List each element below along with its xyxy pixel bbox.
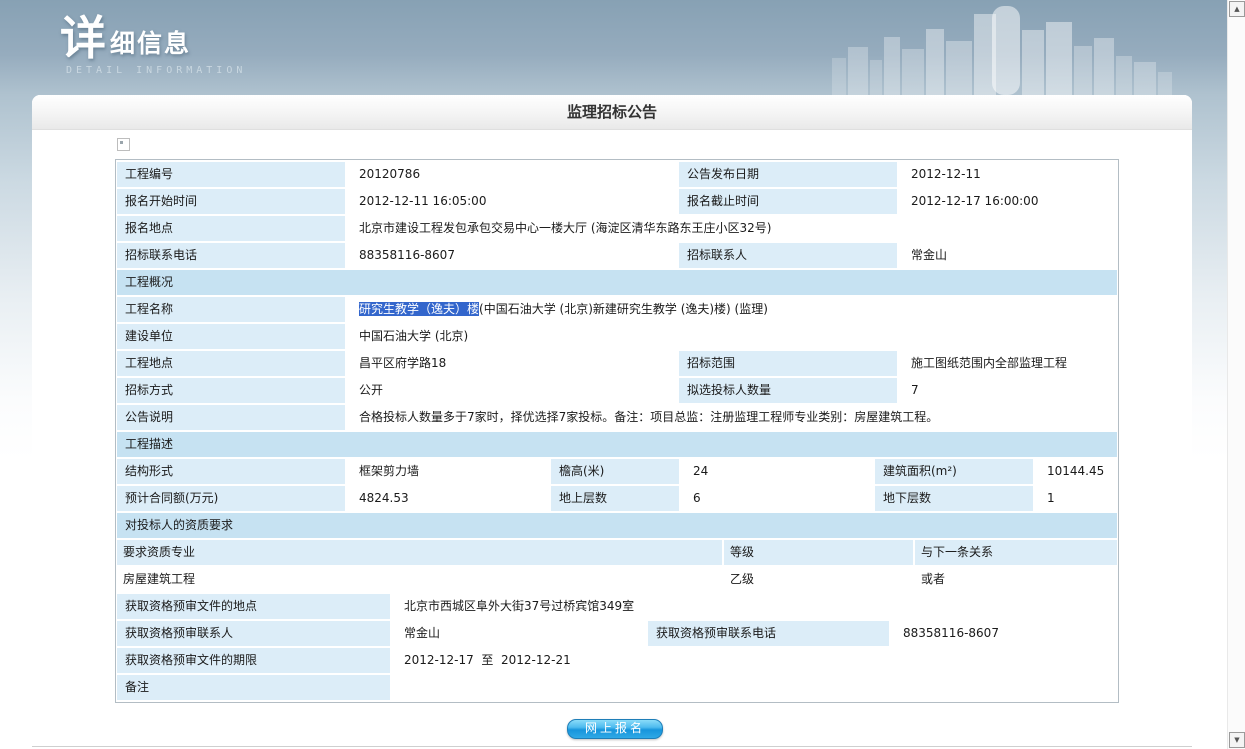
section-row: 工程描述 xyxy=(117,432,1117,457)
field-value: 房屋建筑工程 xyxy=(117,567,722,592)
section-header: 工程概况 xyxy=(117,270,1117,295)
field-label: 报名截止时间 xyxy=(679,189,897,214)
site-logo: 详 细信息 DETAIL INFORMATION xyxy=(60,14,246,76)
page-header: 详 细信息 DETAIL INFORMATION xyxy=(0,0,1227,95)
field-label: 招标方式 xyxy=(117,378,345,403)
field-label: 工程地点 xyxy=(117,351,345,376)
detail-table: 工程编号20120786公告发布日期2012-12-11报名开始时间2012-1… xyxy=(115,159,1119,703)
field-label: 招标联系电话 xyxy=(117,243,345,268)
scroll-up-icon[interactable]: ▲ xyxy=(1229,1,1245,17)
field-label: 工程编号 xyxy=(117,162,345,187)
table-row: 工程地点昌平区府学路18招标范围施工图纸范围内全部监理工程 xyxy=(117,351,1117,376)
logo-main-char: 详 xyxy=(60,14,106,62)
field-value: 施工图纸范围内全部监理工程 xyxy=(899,351,1117,376)
field-value: 2012-12-17 16:00:00 xyxy=(899,189,1117,214)
vertical-scrollbar[interactable]: ▲ ▼ xyxy=(1227,0,1245,749)
field-value: 2012-12-11 xyxy=(899,162,1117,187)
field-label: 建筑面积(m²) xyxy=(875,459,1033,484)
field-value: 乙级 xyxy=(724,567,913,592)
scroll-down-icon[interactable]: ▼ xyxy=(1229,732,1245,748)
section-row: 工程概况 xyxy=(117,270,1117,295)
field-label: 建设单位 xyxy=(117,324,345,349)
field-label: 获取资格预审联系电话 xyxy=(648,621,889,646)
field-label: 预计合同额(万元) xyxy=(117,486,345,511)
field-label: 结构形式 xyxy=(117,459,345,484)
section-row: 对投标人的资质要求 xyxy=(117,513,1117,538)
field-label: 工程名称 xyxy=(117,297,345,322)
field-value: 常金山 xyxy=(899,243,1117,268)
table-row: 招标联系电话88358116-8607招标联系人常金山 xyxy=(117,243,1117,268)
field-label: 公告说明 xyxy=(117,405,345,430)
field-label: 报名开始时间 xyxy=(117,189,345,214)
table-row: 报名开始时间2012-12-11 16:05:00报名截止时间2012-12-1… xyxy=(117,189,1117,214)
field-value: 框架剪力墙 xyxy=(347,459,549,484)
table-row: 预计合同额(万元)4824.53地上层数6地下层数1 xyxy=(117,486,1117,511)
placeholder-dot xyxy=(120,141,123,144)
selected-text: 研究生教学（逸夫）楼 xyxy=(359,302,479,316)
section-header: 工程描述 xyxy=(117,432,1117,457)
field-value: 2012-12-11 16:05:00 xyxy=(347,189,677,214)
field-label: 备注 xyxy=(117,675,390,700)
field-label: 公告发布日期 xyxy=(679,162,897,187)
field-value xyxy=(392,675,1117,700)
field-label: 招标范围 xyxy=(679,351,897,376)
field-value: 合格投标人数量多于7家时，择优选择7家投标。备注：项目总监：注册监理工程师专业类… xyxy=(347,405,1117,430)
field-value: 7 xyxy=(899,378,1117,403)
table-row: 要求资质专业等级与下一条关系 xyxy=(117,540,1117,565)
field-label: 地下层数 xyxy=(875,486,1033,511)
table-row: 公告说明合格投标人数量多于7家时，择优选择7家投标。备注：项目总监：注册监理工程… xyxy=(117,405,1117,430)
table-row: 获取资格预审文件的期限2012-12-17 至 2012-12-21 xyxy=(117,648,1117,673)
field-value: 中国石油大学 (北京) xyxy=(347,324,1117,349)
content-panel: 监理招标公告 工程编号20120786公告发布日期2012-12-11报名开始时… xyxy=(32,95,1192,747)
field-value: 公开 xyxy=(347,378,677,403)
logo-subtitle: DETAIL INFORMATION xyxy=(66,65,246,76)
field-value: 20120786 xyxy=(347,162,677,187)
field-label: 获取资格预审联系人 xyxy=(117,621,390,646)
field-value: 24 xyxy=(681,459,873,484)
field-value: 北京市建设工程发包承包交易中心一楼大厅 (海淀区清华东路东王庄小区32号) xyxy=(347,216,1117,241)
table-row: 工程名称研究生教学（逸夫）楼(中国石油大学 (北京)新建研究生教学 (逸夫)楼)… xyxy=(117,297,1117,322)
field-label: 获取资格预审文件的地点 xyxy=(117,594,390,619)
column-header: 与下一条关系 xyxy=(915,540,1117,565)
field-value: 88358116-8607 xyxy=(347,243,677,268)
field-label: 招标联系人 xyxy=(679,243,897,268)
table-row: 报名地点北京市建设工程发包承包交易中心一楼大厅 (海淀区清华东路东王庄小区32号… xyxy=(117,216,1117,241)
field-value: 或者 xyxy=(915,567,1117,592)
broken-image-placeholder-icon xyxy=(117,138,130,151)
field-value: 昌平区府学路18 xyxy=(347,351,677,376)
field-value: 1 xyxy=(1035,486,1117,511)
field-label: 地上层数 xyxy=(551,486,679,511)
table-row: 建设单位中国石油大学 (北京) xyxy=(117,324,1117,349)
field-value: 4824.53 xyxy=(347,486,549,511)
field-value: 常金山 xyxy=(392,621,646,646)
field-value: 6 xyxy=(681,486,873,511)
city-skyline-graphic xyxy=(832,0,1172,95)
value-text: (中国石油大学 (北京)新建研究生教学 (逸夫)楼) (监理) xyxy=(479,302,768,316)
column-header: 要求资质专业 xyxy=(117,540,722,565)
table-row: 工程编号20120786公告发布日期2012-12-11 xyxy=(117,162,1117,187)
field-value: 北京市西城区阜外大街37号过桥宾馆349室 xyxy=(392,594,1117,619)
submit-area: 网上报名 xyxy=(115,717,1115,739)
table-row: 获取资格预审联系人常金山获取资格预审联系电话88358116-8607 xyxy=(117,621,1117,646)
table-row: 房屋建筑工程乙级或者 xyxy=(117,567,1117,592)
table-row: 备注 xyxy=(117,675,1117,700)
online-register-button[interactable]: 网上报名 xyxy=(567,719,663,739)
table-row: 招标方式公开拟选投标人数量7 xyxy=(117,378,1117,403)
field-value: 88358116-8607 xyxy=(891,621,1117,646)
column-header: 等级 xyxy=(724,540,913,565)
table-row: 结构形式框架剪力墙檐高(米)24建筑面积(m²)10144.45 xyxy=(117,459,1117,484)
page-title: 监理招标公告 xyxy=(32,95,1192,130)
field-value: 研究生教学（逸夫）楼(中国石油大学 (北京)新建研究生教学 (逸夫)楼) (监理… xyxy=(347,297,1117,322)
field-label: 拟选投标人数量 xyxy=(679,378,897,403)
table-row: 获取资格预审文件的地点北京市西城区阜外大街37号过桥宾馆349室 xyxy=(117,594,1117,619)
field-label: 获取资格预审文件的期限 xyxy=(117,648,390,673)
field-label: 报名地点 xyxy=(117,216,345,241)
field-label: 檐高(米) xyxy=(551,459,679,484)
field-value: 2012-12-17 至 2012-12-21 xyxy=(392,648,1117,673)
field-value: 10144.45 xyxy=(1035,459,1117,484)
section-header: 对投标人的资质要求 xyxy=(117,513,1117,538)
logo-rest-text: 细信息 xyxy=(110,30,191,57)
